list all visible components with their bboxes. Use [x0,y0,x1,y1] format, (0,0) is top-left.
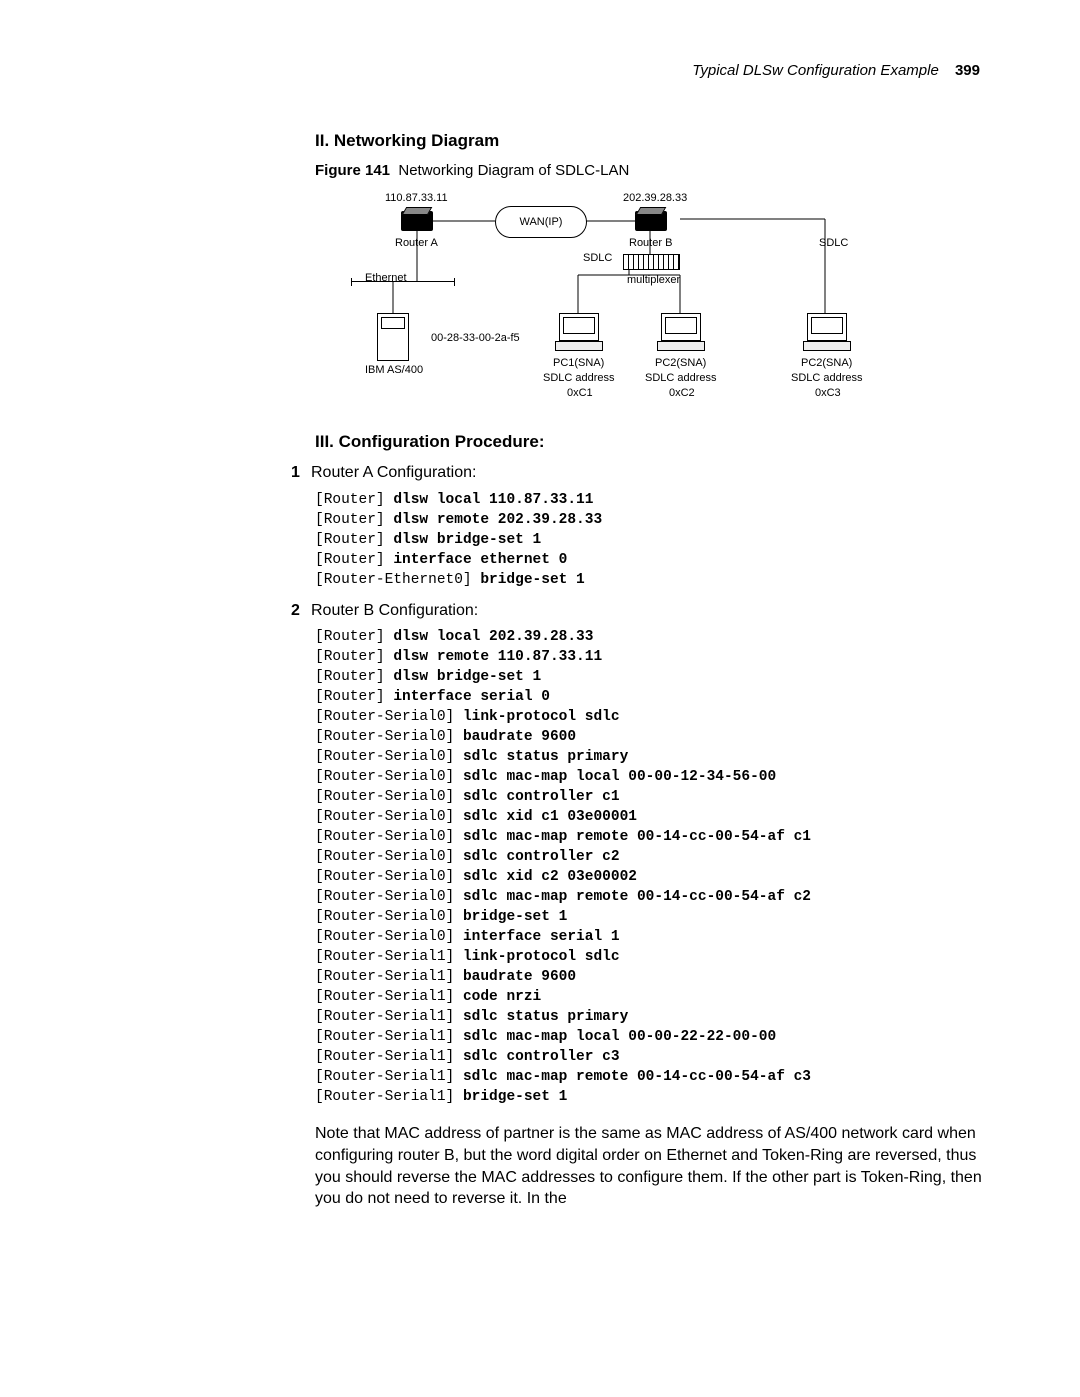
addr1-line1: SDLC address [543,371,615,386]
config-procedure-heading: III. Configuration Procedure: [315,431,985,454]
sdlc-right-label: SDLC [819,236,848,251]
step-1: 1 Router A Configuration: [315,462,985,484]
as400-host-icon [377,313,409,361]
note-paragraph: Note that MAC address of partner is the … [315,1123,985,1209]
networking-diagram-heading: II. Networking Diagram [315,130,985,153]
step-1-number: 1 [291,462,311,484]
router-a-icon [401,211,433,231]
as400-mac: 00-28-33-00-2a-f5 [431,331,520,346]
wan-label: WAN(IP) [520,216,563,228]
ethernet-label: Ethernet [365,271,407,286]
pc1-icon [555,313,601,351]
pc2-label: PC2(SNA) [655,356,706,371]
step-1-title: Router A Configuration: [311,462,476,484]
addr3-line1: SDLC address [791,371,863,386]
router-b-icon [635,211,667,231]
figure-caption: Figure 141 Networking Diagram of SDLC-LA… [315,161,985,181]
pc1-label: PC1(SNA) [553,356,604,371]
step-2: 2 Router B Configuration: [315,600,985,622]
sdlc-mid-label: SDLC [583,251,612,266]
running-header: Typical DLSw Configuration Example 399 [692,62,980,79]
wan-cloud: WAN(IP) [495,206,587,238]
addr3-line2: 0xC3 [815,386,841,401]
page: Typical DLSw Configuration Example 399 I… [0,0,1080,1397]
figure-caption-text: Networking Diagram of SDLC-LAN [398,162,629,179]
router-b-config-code: [Router] dlsw local 202.39.28.33 [Router… [315,627,985,1107]
addr2-line1: SDLC address [645,371,717,386]
network-diagram: 110.87.33.11 202.39.28.33 WAN(IP) Router… [345,191,905,411]
running-title: Typical DLSw Configuration Example [692,62,939,79]
pc2-icon [657,313,703,351]
router-b-label: Router B [629,236,672,251]
multiplexer-icon [623,254,680,270]
router-a-label: Router A [395,236,438,251]
figure-label: Figure 141 [315,162,390,179]
pc3-icon [803,313,849,351]
step-2-number: 2 [291,600,311,622]
ip-router-b: 202.39.28.33 [623,191,687,206]
addr2-line2: 0xC2 [669,386,695,401]
page-number: 399 [955,62,980,79]
pc3-label: PC2(SNA) [801,356,852,371]
content-column: II. Networking Diagram Figure 141 Networ… [315,130,985,1210]
ip-router-a: 110.87.33.11 [385,191,448,206]
router-a-config-code: [Router] dlsw local 110.87.33.11 [Router… [315,490,985,590]
multiplexer-label: multiplexer [627,273,680,288]
as400-label: IBM AS/400 [365,363,423,378]
addr1-line2: 0xC1 [567,386,593,401]
step-2-title: Router B Configuration: [311,600,478,622]
